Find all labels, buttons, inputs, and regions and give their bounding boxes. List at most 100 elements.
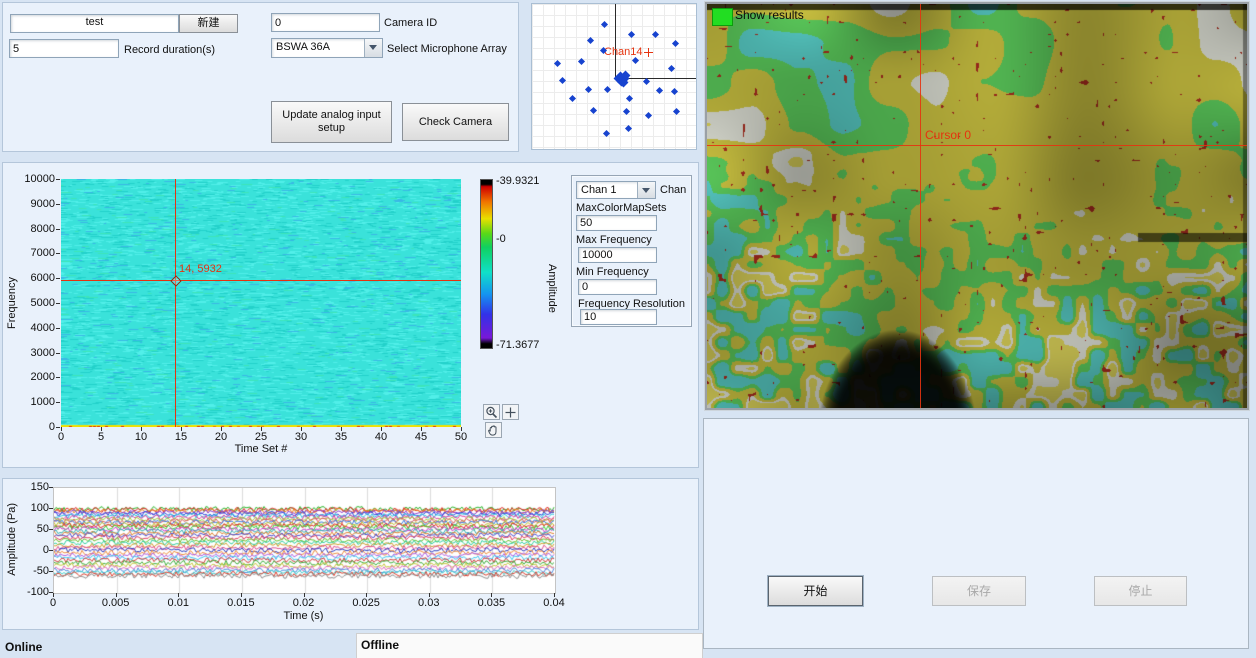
spectrogram-xtick: 10 xyxy=(126,431,156,443)
spectrogram-ytick: 2000 xyxy=(17,371,55,383)
mic-point xyxy=(578,58,585,65)
acoustic-map-canvas[interactable] xyxy=(707,4,1247,408)
update-analog-input-button[interactable]: Update analog input setup xyxy=(271,101,392,143)
spectrogram-xtick-mark xyxy=(341,427,342,431)
mic-point xyxy=(656,87,663,94)
waveform-xtick-mark xyxy=(178,593,179,597)
camera-id-input[interactable] xyxy=(271,13,380,32)
chan14-cursor-icon xyxy=(648,48,649,57)
cursor-move-tool-icon[interactable] xyxy=(502,404,519,420)
tab-offline-label: Offline xyxy=(361,639,399,652)
spectrogram-ytick: 8000 xyxy=(17,223,55,235)
save-button[interactable]: 保存 xyxy=(932,576,1026,606)
waveform-plot[interactable] xyxy=(53,487,556,594)
stop-button[interactable]: 停止 xyxy=(1094,576,1187,606)
waveform-xtick: 0.005 xyxy=(96,597,136,609)
waveform-xtick: 0 xyxy=(33,597,73,609)
acoustic-camera-app: test 新建 Record duration(s) Camera ID BSW… xyxy=(0,0,1256,658)
min-frequency-input[interactable] xyxy=(578,279,657,295)
spectrogram-canvas[interactable] xyxy=(61,179,461,427)
spectrogram-ytick-mark xyxy=(56,278,60,279)
tab-online[interactable]: Online xyxy=(5,641,42,654)
spectrogram-plot[interactable]: 14, 5932 xyxy=(61,179,461,427)
spectrogram-ytick: 9000 xyxy=(17,198,55,210)
channel-select[interactable]: Chan 1 xyxy=(576,181,656,199)
mic-point xyxy=(601,21,608,28)
spectrogram-xtick: 5 xyxy=(86,431,116,443)
min-frequency-label: Min Frequency xyxy=(576,266,649,279)
mic-point xyxy=(554,60,561,67)
spectrogram-cursor-label: 14, 5932 xyxy=(179,263,222,276)
mic-point xyxy=(628,31,635,38)
spectrogram-cursor-vertical[interactable] xyxy=(175,179,176,427)
spectrogram-xtick-mark xyxy=(221,427,222,431)
waveform-xtick-mark xyxy=(241,593,242,597)
colorbar-title-wrap: Amplitude xyxy=(546,223,558,353)
max-frequency-label: Max Frequency xyxy=(576,234,652,247)
spectrogram-ytick: 7000 xyxy=(17,247,55,259)
waveform-xtick: 0.02 xyxy=(284,597,324,609)
max-colormap-input[interactable] xyxy=(576,215,657,231)
spectrogram-ytick-mark xyxy=(56,328,60,329)
microphone-array-select[interactable]: BSWA 36A xyxy=(271,38,383,58)
mic-point xyxy=(672,40,679,47)
mic-array-plot[interactable]: Chan14 xyxy=(531,3,697,150)
spectrogram-cursor-horizontal[interactable] xyxy=(61,280,461,281)
mic-point xyxy=(625,125,632,132)
analysis-controls-cluster: Chan 1 Chan MaxColorMapSets Max Frequenc… xyxy=(571,175,692,327)
pan-hand-tool-icon[interactable] xyxy=(485,422,502,438)
tab-offline[interactable]: Offline xyxy=(356,633,703,658)
camera-image-view[interactable]: Cursor 0 Show results xyxy=(705,2,1249,410)
start-button[interactable]: 开始 xyxy=(768,576,863,606)
waveform-xtick-mark xyxy=(366,593,367,597)
spectrogram-xtick: 20 xyxy=(206,431,236,443)
waveform-panel: Amplitude (Pa) Time (s) 150100500-50-100… xyxy=(2,478,699,630)
spectrogram-ytick-mark xyxy=(56,353,60,354)
spectrogram-ytick-mark xyxy=(56,402,60,403)
spectrogram-xtick-mark xyxy=(101,427,102,431)
camera-cursor-label: Cursor 0 xyxy=(925,129,971,142)
new-session-button[interactable]: 新建 xyxy=(179,14,238,33)
spectrogram-xtick-mark xyxy=(461,427,462,431)
waveform-ytick: 150 xyxy=(15,481,49,493)
max-colormap-label: MaxColorMapSets xyxy=(576,202,666,215)
spectrogram-xtick-mark xyxy=(181,427,182,431)
setup-panel: test 新建 Record duration(s) Camera ID BSW… xyxy=(2,2,519,152)
waveform-xtick-mark xyxy=(491,593,492,597)
mic-point xyxy=(623,108,630,115)
spectrogram-ytick-mark xyxy=(56,253,60,254)
waveform-ytick-mark xyxy=(49,508,53,509)
max-frequency-input[interactable] xyxy=(578,247,657,263)
session-name-field[interactable]: test xyxy=(10,14,179,33)
record-duration-label: Record duration(s) xyxy=(124,44,215,57)
mic-point xyxy=(604,86,611,93)
show-results-label: Show results xyxy=(735,9,804,22)
waveform-xtick-mark xyxy=(53,593,54,597)
spectrogram-xtick-mark xyxy=(61,427,62,431)
waveform-ytick-mark xyxy=(49,571,53,572)
spectrogram-ytick-mark xyxy=(56,179,60,180)
microphone-array-value: BSWA 36A xyxy=(276,41,330,53)
zoom-tool-icon[interactable] xyxy=(483,404,500,420)
mic-point xyxy=(673,108,680,115)
chevron-down-icon[interactable] xyxy=(364,39,382,57)
mic-point xyxy=(590,107,597,114)
waveform-canvas[interactable] xyxy=(54,488,555,593)
waveform-xtick: 0.04 xyxy=(534,597,574,609)
colorbar-title: Amplitude xyxy=(546,264,558,313)
chevron-down-icon[interactable] xyxy=(637,182,655,198)
waveform-xtick: 0.03 xyxy=(409,597,449,609)
spectrogram-ytick-mark xyxy=(56,204,60,205)
show-results-checkbox[interactable] xyxy=(712,8,733,26)
spectrogram-xtick: 0 xyxy=(46,431,76,443)
camera-cursor-vertical[interactable] xyxy=(920,4,921,408)
check-camera-button[interactable]: Check Camera xyxy=(402,103,509,141)
camera-cursor-horizontal[interactable] xyxy=(707,145,1247,146)
mic-point xyxy=(668,65,675,72)
frequency-resolution-input[interactable] xyxy=(580,309,657,325)
record-duration-input[interactable] xyxy=(9,39,119,58)
waveform-xtick-mark xyxy=(116,593,117,597)
spectrogram-xtick: 45 xyxy=(406,431,436,443)
mic-point xyxy=(587,37,594,44)
microphone-array-label: Select Microphone Array xyxy=(387,43,507,56)
